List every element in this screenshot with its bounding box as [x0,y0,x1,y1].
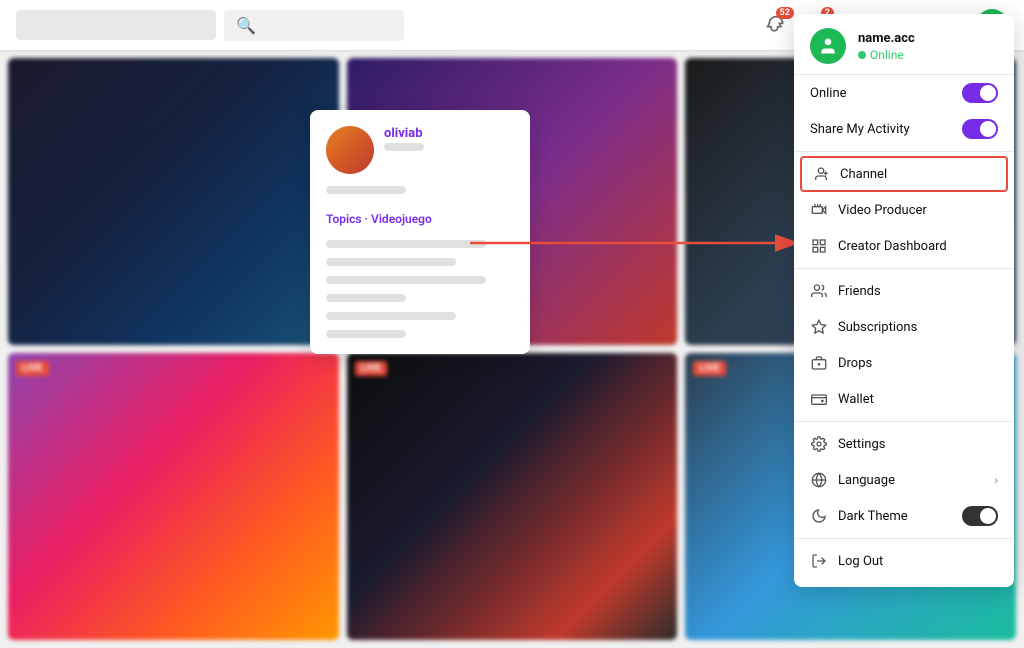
settings-icon [810,435,828,453]
divider-4 [794,538,1014,539]
dropdown-status: Online [858,48,915,62]
video-producer-label: Video Producer [838,203,998,218]
profile-line-1 [384,143,424,151]
friends-item[interactable]: Friends [794,273,1014,309]
wallet-icon [810,390,828,408]
profile-desc-3 [326,276,486,284]
online-toggle[interactable] [962,83,998,103]
live-badge-4: LIVE [16,361,49,376]
video-producer-item[interactable]: Video Producer [794,192,1014,228]
channel-label: Channel [840,167,996,182]
dropdown-avatar [810,28,846,64]
creator-dashboard-label: Creator Dashboard [838,239,998,254]
logo [16,10,216,40]
profile-desc-6 [326,330,406,338]
logout-item[interactable]: Log Out [794,543,1014,579]
live-badge-6: LIVE [693,361,726,376]
friends-label: Friends [838,284,998,299]
dropdown-status-label: Online [870,48,904,62]
profile-desc-1 [326,240,486,248]
dropdown-user-info: name.acc Online [858,31,915,62]
thumbnail-5: LIVE [347,353,678,640]
profile-desc-5 [326,312,456,320]
share-activity-toggle-row[interactable]: Share My Activity [794,111,1014,147]
profile-title: Topics · Videojuego [326,212,514,226]
profile-followers-line [326,186,406,194]
language-icon [810,471,828,489]
thumbnail-4: LIVE [8,353,339,640]
share-activity-label: Share My Activity [810,122,962,137]
language-arrow: › [994,473,998,487]
wallet-label: Wallet [838,392,998,407]
share-activity-toggle[interactable] [962,119,998,139]
drops-icon [810,354,828,372]
search-icon: 🔍 [236,16,256,35]
friends-icon [810,282,828,300]
creator-dashboard-item[interactable]: Creator Dashboard [794,228,1014,264]
dark-theme-icon [810,507,828,525]
search-bar[interactable]: 🔍 [224,10,404,41]
profile-card: oliviab Topics · Videojuego [310,110,530,354]
subscriptions-item[interactable]: Subscriptions [794,309,1014,345]
thumbnail-1 [8,58,339,345]
channel-item[interactable]: Channel [800,156,1008,192]
notifications-button[interactable]: 52 [762,11,790,39]
logout-icon [810,552,828,570]
subscriptions-label: Subscriptions [838,320,998,335]
channel-icon [812,165,830,183]
profile-desc-4 [326,294,406,302]
profile-info: oliviab [384,126,424,151]
dropdown-header: name.acc Online [794,14,1014,75]
notifications-badge: 52 [776,7,794,19]
dark-theme-label: Dark Theme [838,509,962,524]
subscriptions-icon [810,318,828,336]
online-toggle-knob [980,85,996,101]
dark-theme-toggle[interactable] [962,506,998,526]
video-producer-icon [810,201,828,219]
profile-status [384,143,424,151]
dropdown-menu: name.acc Online Online Share My Activity [794,14,1014,587]
profile-desc-2 [326,258,456,266]
status-dot [858,51,866,59]
language-label: Language [838,473,984,488]
profile-avatar [326,126,374,174]
creator-dashboard-icon [810,237,828,255]
profile-username: oliviab [384,126,424,141]
share-activity-toggle-knob [980,121,996,137]
wallet-item[interactable]: Wallet [794,381,1014,417]
profile-card-header: oliviab [326,126,514,174]
dropdown-username: name.acc [858,31,915,46]
divider-1 [794,151,1014,152]
online-label: Online [810,86,962,101]
settings-label: Settings [838,437,998,452]
language-item[interactable]: Language › [794,462,1014,498]
online-toggle-row[interactable]: Online [794,75,1014,111]
divider-3 [794,421,1014,422]
drops-item[interactable]: Drops [794,345,1014,381]
dark-theme-toggle-knob [980,508,996,524]
drops-label: Drops [838,356,998,371]
logout-label: Log Out [838,554,998,569]
divider-2 [794,268,1014,269]
live-badge-5: LIVE [355,361,388,376]
dark-theme-toggle-row[interactable]: Dark Theme [794,498,1014,534]
profile-stats: Topics · Videojuego [326,186,514,338]
settings-item[interactable]: Settings [794,426,1014,462]
